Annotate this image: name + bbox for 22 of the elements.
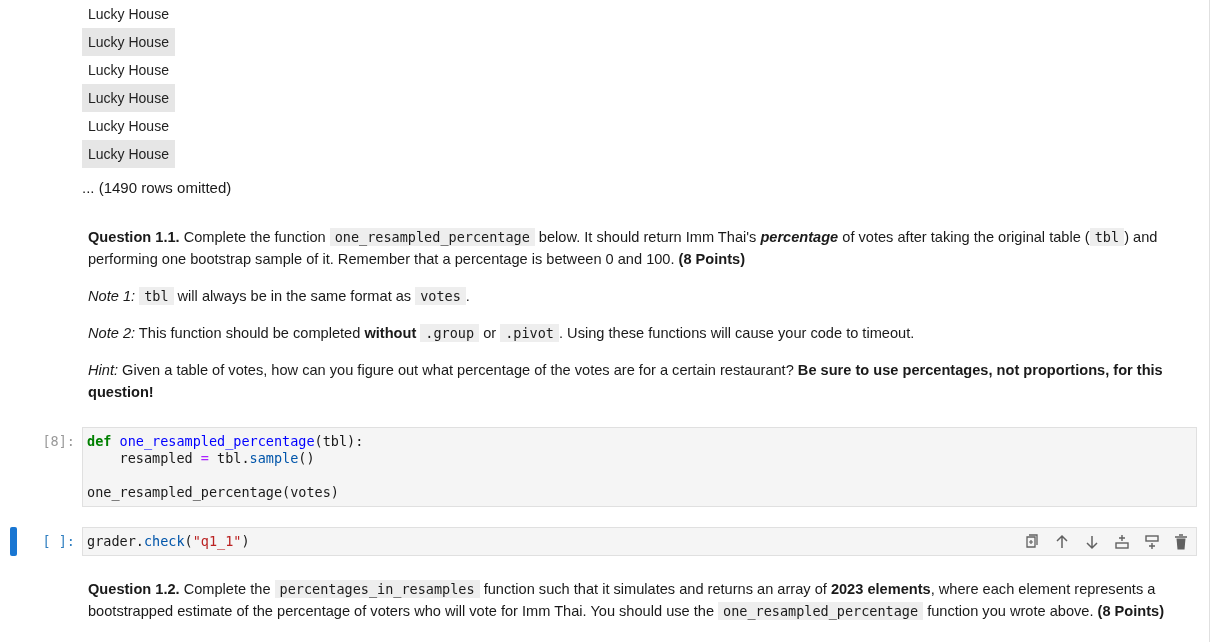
move-up-icon[interactable] xyxy=(1054,533,1070,550)
execution-prompt: [8]: xyxy=(41,432,76,450)
question-text: Note 2: This function should be completed without .group or .pivot . Using these functions will cause your code to timeout. xyxy=(88,323,916,344)
move-down-icon[interactable] xyxy=(1084,533,1100,550)
table-cell-text: Lucky House xyxy=(87,61,170,80)
rows-omitted-note: ... (1490 rows omitted) xyxy=(81,178,233,198)
duplicate-icon[interactable] xyxy=(1024,533,1040,550)
question-text: Hint: Given a table of votes, how can you figure out what percentage of the votes are for a certain restaurant? Be sure to use percentages, not proportions, for this question! xyxy=(88,361,1164,402)
execution-prompt: [ ]: xyxy=(41,532,76,550)
question-text: Question 1.2. Complete the percentages_in_resamples function such that it simulates and returns an array of 2023 elements, where each element represents a bootstrapped estimate of the percentage of voters who will vote for Imm Thai. You should use the one_resampled_percentage function you wrote above. (8 Points) xyxy=(88,579,1166,622)
table-cell-text: Lucky House xyxy=(87,5,170,24)
table-cell: Lucky House xyxy=(82,140,175,168)
table-cell: Lucky House xyxy=(82,28,175,56)
insert-above-icon[interactable] xyxy=(1114,533,1130,550)
table-cell: Lucky House xyxy=(82,84,175,112)
delete-icon[interactable] xyxy=(1174,533,1188,550)
question-text: Note 1: tbl will always be in the same format as votes . xyxy=(88,286,471,307)
table-cell-text: Lucky House xyxy=(87,117,170,136)
code-editor[interactable]: def one_resampled_percentage(tbl): resampled = tbl.sample() one_resampled_percentage(votes) xyxy=(82,427,1197,507)
question-text: Question 1.1. Complete the function one_resampled_percentage below. It should return Imm Thai's percentage of votes after taking the original table ( tbl ) and performing one bootstrap sample of it. Remember that a percentage is between 0 and 100. (8 Points) xyxy=(88,227,1159,269)
code-editor[interactable]: grader.check("q1_1") xyxy=(82,527,1197,556)
insert-below-icon[interactable] xyxy=(1144,533,1160,550)
